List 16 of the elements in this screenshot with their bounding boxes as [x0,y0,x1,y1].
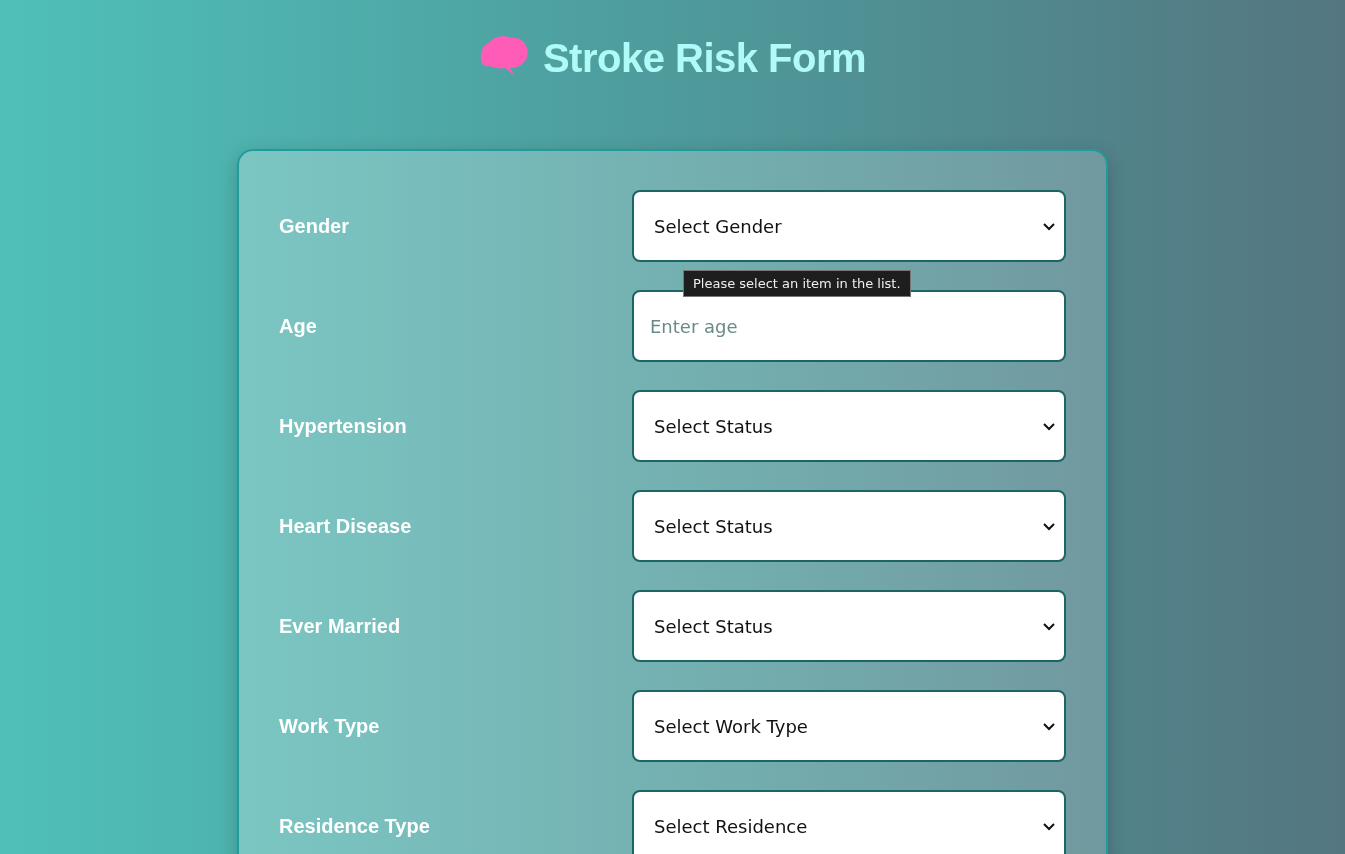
field-label: Gender [279,214,351,238]
select-dropdown[interactable]: Select Status [632,390,1066,462]
select-dropdown[interactable]: Select Status [632,490,1066,562]
field-label: Work Type [279,714,381,738]
select-dropdown[interactable]: Select Status [632,590,1066,662]
field-label: Age [279,314,318,338]
validation-tooltip: Please select an item in the list. [683,270,911,297]
page-title: Stroke Risk Form [542,35,867,81]
field-label: Hypertension [279,414,408,438]
field-label: Residence Type [279,814,431,838]
select-dropdown[interactable]: Select Gender [632,190,1066,262]
select-dropdown[interactable]: Select Residence [632,790,1066,854]
field-label: Heart Disease [279,514,413,538]
select-dropdown[interactable]: Select Work Type [632,690,1066,762]
field-label: Ever Married [279,614,402,638]
input-field[interactable]: Enter age [632,290,1066,362]
